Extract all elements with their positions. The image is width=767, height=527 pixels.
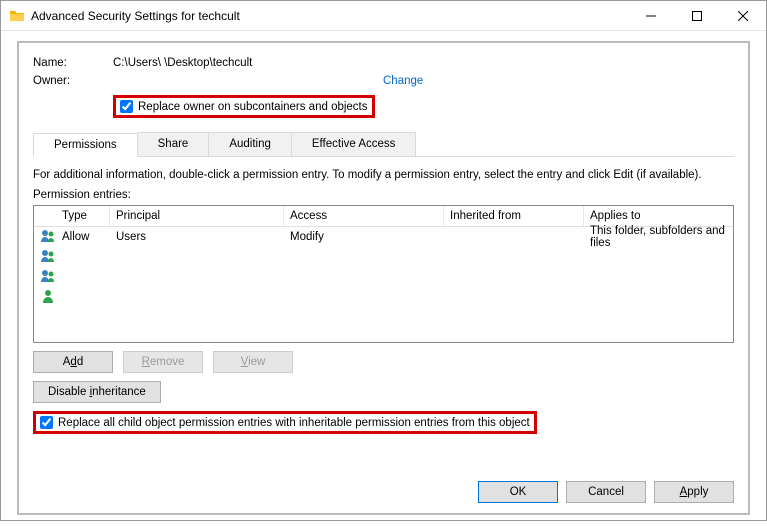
header-inherited[interactable]: Inherited from [444,206,584,226]
list-header: Type Principal Access Inherited from App… [34,206,733,227]
header-access[interactable]: Access [284,206,444,226]
disable-inheritance-button[interactable]: Disable inheritance [33,381,161,403]
apply-button[interactable]: Apply [654,481,734,503]
tab-auditing[interactable]: Auditing [208,132,292,156]
replace-owner-checkbox[interactable] [120,100,133,113]
dialog-body: Name: C:\Users\ \Desktop\techcult Owner:… [17,41,750,515]
users-icon [40,268,56,284]
owner-row: Owner: Change [33,75,734,87]
window-title: Advanced Security Settings for techcult [31,9,628,23]
header-applies[interactable]: Applies to [584,206,733,226]
users-icon [40,248,56,264]
info-text: For additional information, double-click… [33,169,734,181]
highlight-replace-owner: Replace owner on subcontainers and objec… [113,95,375,118]
table-row[interactable] [34,287,733,307]
maximize-button[interactable] [674,1,720,31]
replace-children-label: Replace all child object permission entr… [58,417,530,429]
ok-button[interactable]: OK [478,481,558,503]
header-principal[interactable]: Principal [110,206,284,226]
user-icon [40,288,56,304]
table-row[interactable] [34,247,733,267]
add-button[interactable]: Add [33,351,113,373]
replace-children-checkbox[interactable] [40,416,53,429]
owner-label: Owner: [33,75,113,87]
close-button[interactable] [720,1,766,31]
table-row[interactable]: Allow Users Modify This folder, subfolde… [34,227,733,247]
folder-icon [9,8,25,24]
remove-button: Remove [123,351,203,373]
cell-type: Allow [56,231,110,243]
titlebar: Advanced Security Settings for techcult [1,1,766,31]
view-button: View [213,351,293,373]
tab-share[interactable]: Share [137,132,210,156]
replace-owner-label: Replace owner on subcontainers and objec… [138,101,368,113]
table-row[interactable] [34,267,733,287]
highlight-replace-children: Replace all child object permission entr… [33,411,537,434]
name-value: C:\Users\ \Desktop\techcult [113,57,252,69]
cell-access: Modify [284,231,444,243]
cell-applies: This folder, subfolders and files [584,225,733,249]
cancel-button[interactable]: Cancel [566,481,646,503]
cell-principal: Users [110,231,284,243]
name-label: Name: [33,57,113,69]
entries-label: Permission entries: [33,189,734,201]
header-type[interactable]: Type [56,206,110,226]
minimize-button[interactable] [628,1,674,31]
name-row: Name: C:\Users\ \Desktop\techcult [33,57,734,69]
tab-effective-access[interactable]: Effective Access [291,132,417,156]
change-owner-link[interactable]: Change [383,75,423,87]
tab-permissions[interactable]: Permissions [33,133,138,157]
users-icon [40,228,56,244]
permission-entries-list[interactable]: Type Principal Access Inherited from App… [33,205,734,343]
tab-strip: Permissions Share Auditing Effective Acc… [33,132,734,157]
